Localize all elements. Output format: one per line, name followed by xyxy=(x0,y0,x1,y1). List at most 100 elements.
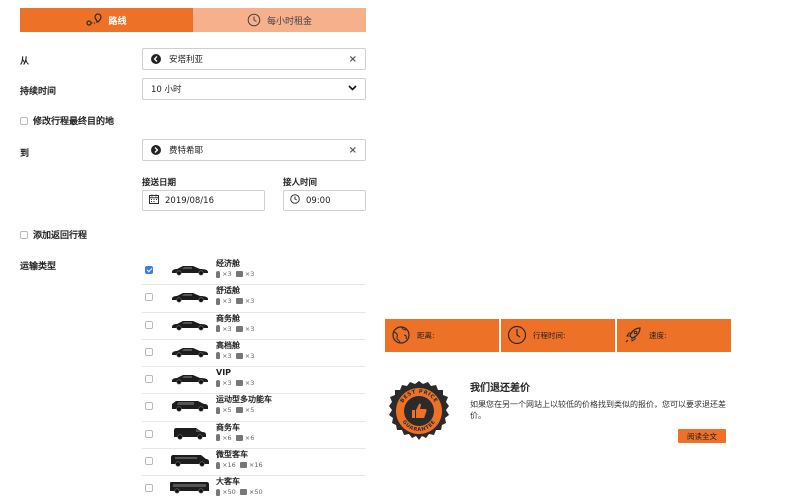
luggage-icon xyxy=(235,380,243,387)
vehicle-info: 微型客车 ×16 ×16 xyxy=(216,449,263,470)
vehicle-option[interactable]: VIP ×3 ×3 xyxy=(142,367,366,395)
tab-hourly[interactable]: 每小时租金 xyxy=(193,8,366,32)
duration-cell: 行程时间: xyxy=(501,319,615,352)
vehicle-checkbox[interactable] xyxy=(145,266,153,274)
modify-destination-label: 修改行程最终目的地 xyxy=(33,117,115,127)
duration-value: 10 小时 xyxy=(151,85,182,95)
vehicle-name: 商务车 xyxy=(216,422,240,432)
passenger-count: ×50 xyxy=(222,488,236,497)
clear-to-icon[interactable]: × xyxy=(349,145,357,156)
duration-select[interactable]: 10 小时 xyxy=(142,78,366,100)
vehicle-option[interactable]: 微型客车 ×16 ×16 xyxy=(142,449,366,477)
modify-destination-option[interactable]: 修改行程最终目的地 xyxy=(20,114,114,127)
vehicle-info: 高档舱 ×3 ×3 xyxy=(216,340,254,361)
vehicle-option[interactable]: 运动型多功能车 ×5 ×5 xyxy=(142,394,366,422)
vehicle-option[interactable]: 大客车 ×50 ×50 xyxy=(142,476,366,498)
luggage-icon xyxy=(235,352,243,359)
vehicle-name: 大客车 xyxy=(216,477,240,487)
vehicle-checkbox[interactable] xyxy=(145,375,153,384)
vehicle-option[interactable]: 高档舱 ×3 ×3 xyxy=(142,340,366,368)
speed-label: 速度: xyxy=(649,331,667,340)
person-icon xyxy=(216,434,220,442)
calendar-icon xyxy=(149,194,159,207)
vehicle-checkbox[interactable] xyxy=(145,402,153,411)
vehicle-name: 经济舱 xyxy=(216,259,240,268)
vehicle-info: 大客车 ×50 ×50 xyxy=(216,476,263,497)
rocket-icon xyxy=(623,325,643,347)
luggage-icon xyxy=(235,434,243,441)
luggage-icon xyxy=(235,271,243,277)
vehicle-info: 舒适舱 ×3 ×3 xyxy=(216,285,254,306)
vehicle-checkbox[interactable] xyxy=(145,293,153,302)
date-label: 接送日期 xyxy=(142,178,177,188)
date-input[interactable]: 2019/08/16 xyxy=(142,190,265,211)
route-icon xyxy=(86,13,103,27)
passenger-count: ×16 xyxy=(222,461,236,470)
luggage-count: ×16 xyxy=(248,461,263,470)
vehicle-info: 经济舱 ×3 ×3 xyxy=(216,258,254,279)
person-icon xyxy=(216,297,220,305)
car-icon xyxy=(170,371,210,385)
vehicle-capacity: ×3 ×3 xyxy=(216,352,254,361)
guarantee-text: 如果您在另一个网站上以较低的价格找到类似的报价，您可以要求退还差价。 xyxy=(470,400,726,420)
luggage-icon xyxy=(235,407,243,414)
vehicle-option[interactable]: 商务车 ×6 ×6 xyxy=(142,422,366,450)
passenger-count: ×5 xyxy=(222,406,232,415)
from-input[interactable]: 安塔利亚 × xyxy=(142,48,366,70)
vehicle-option[interactable]: 舒适舱 ×3 ×3 xyxy=(142,285,366,313)
read-more-button[interactable]: 阅读全文 xyxy=(678,429,726,443)
luggage-count: ×3 xyxy=(244,297,255,306)
vehicle-list: 经济舱 ×3 ×3 舒适舱 ×3 ×3 商务舱 ×3 ×3 高档舱 ×3 ×3 VIP … xyxy=(142,258,366,498)
car-icon xyxy=(170,426,210,440)
globe-icon xyxy=(391,325,411,347)
vehicle-name: VIP xyxy=(216,368,232,378)
tab-route[interactable]: 路线 xyxy=(20,8,193,32)
vehicle-checkbox[interactable] xyxy=(145,320,153,329)
from-label: 从 xyxy=(20,57,30,67)
passenger-count: ×3 xyxy=(222,270,232,278)
modify-destination-checkbox[interactable] xyxy=(20,116,28,125)
passenger-count: ×3 xyxy=(222,297,232,306)
vehicle-info: 运动型多功能车 ×5 ×5 xyxy=(216,394,272,415)
luggage-icon xyxy=(235,298,243,305)
luggage-count: ×5 xyxy=(244,406,255,415)
luggage-count: ×3 xyxy=(244,324,255,333)
luggage-icon xyxy=(239,489,247,496)
tab-hourly-label: 每小时租金 xyxy=(266,16,312,27)
vehicle-option[interactable]: 商务舱 ×3 ×3 xyxy=(142,313,366,340)
time-label: 接人时间 xyxy=(283,178,318,188)
tab-route-label: 路线 xyxy=(108,16,127,27)
clock-icon xyxy=(507,325,527,347)
to-label: 到 xyxy=(20,149,30,159)
person-icon xyxy=(216,325,220,333)
clear-from-icon[interactable]: × xyxy=(349,54,357,65)
speed-cell: 速度: xyxy=(617,319,731,352)
to-input[interactable]: 费特希耶 × xyxy=(142,139,366,161)
car-icon xyxy=(170,344,210,358)
to-value: 费特希耶 xyxy=(169,146,204,156)
vehicle-name: 微型客车 xyxy=(216,450,248,460)
time-input[interactable]: 09:00 xyxy=(283,190,366,211)
vehicle-checkbox[interactable] xyxy=(145,347,153,356)
return-trip-option[interactable]: 添加返回行程 xyxy=(20,228,87,241)
return-trip-checkbox[interactable] xyxy=(20,230,28,239)
vehicle-info: VIP ×3 ×3 xyxy=(216,367,254,388)
person-icon xyxy=(216,488,220,496)
transport-type-label: 运输类型 xyxy=(20,262,57,272)
vehicle-option[interactable]: 经济舱 ×3 ×3 xyxy=(142,258,366,286)
passenger-count: ×3 xyxy=(222,324,232,333)
car-icon xyxy=(170,398,210,413)
vehicle-capacity: ×5 ×5 xyxy=(216,406,272,415)
vehicle-checkbox[interactable] xyxy=(145,484,153,493)
vehicle-checkbox[interactable] xyxy=(145,457,153,466)
vehicle-info: 商务舱 ×3 ×3 xyxy=(216,313,254,334)
luggage-count: ×3 xyxy=(244,270,255,278)
trip-duration-label: 行程时间: xyxy=(533,331,566,340)
vehicle-capacity: ×3 ×3 xyxy=(216,297,254,306)
vehicle-capacity: ×3 ×3 xyxy=(216,325,254,334)
distance-label: 距离: xyxy=(417,331,435,340)
luggage-count: ×3 xyxy=(244,351,255,360)
vehicle-checkbox[interactable] xyxy=(145,429,153,438)
passenger-count: ×3 xyxy=(222,379,232,388)
person-icon xyxy=(216,406,220,414)
